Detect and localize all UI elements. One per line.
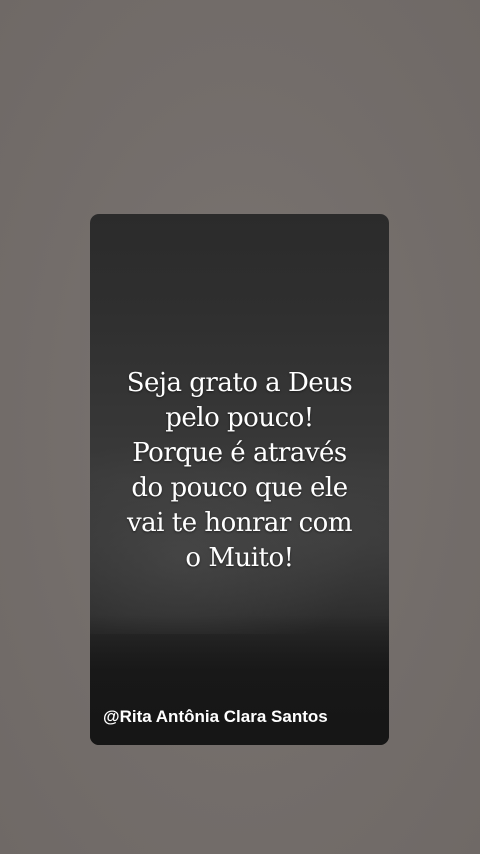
quote-line: vai te honrar com bbox=[126, 508, 353, 538]
author-handle: @Rita Antônia Clara Santos bbox=[103, 707, 328, 726]
quote-line: pelo pouco! bbox=[165, 403, 314, 433]
quote-card: Seja grato a Deus pelo pouco! Porque é a… bbox=[90, 214, 389, 745]
quote-line: Porque é através bbox=[132, 438, 347, 468]
quote-line: o Muito! bbox=[185, 543, 294, 573]
quote-text: Seja grato a Deus pelo pouco! Porque é a… bbox=[90, 366, 389, 576]
quote-line: Seja grato a Deus bbox=[126, 368, 353, 398]
quote-line: do pouco que ele bbox=[131, 473, 348, 503]
